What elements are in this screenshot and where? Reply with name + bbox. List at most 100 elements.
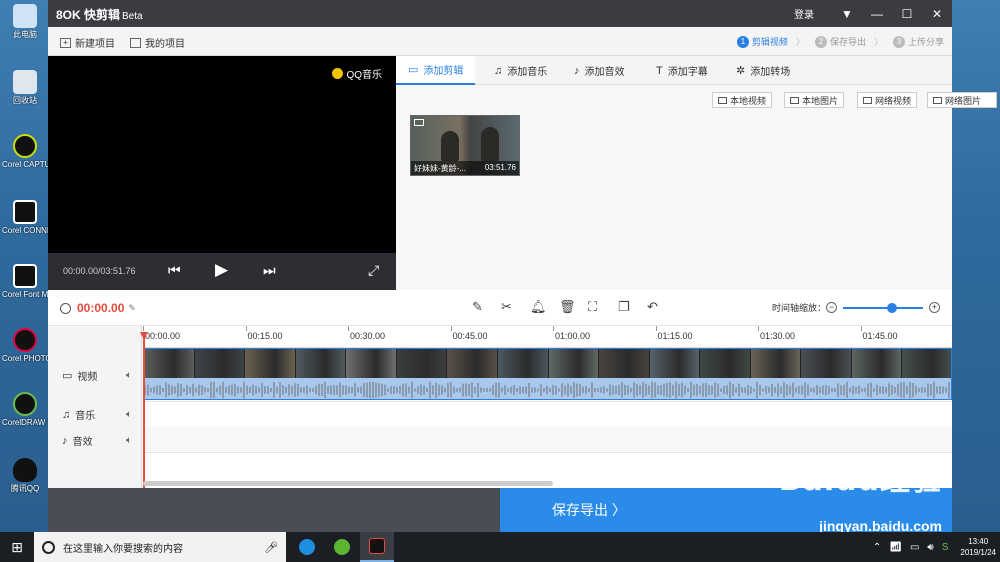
- tab-add-transition[interactable]: ✲ 添加转场: [724, 56, 802, 85]
- volume-icon[interactable]: 🔈︎: [126, 435, 132, 446]
- my-projects-button[interactable]: 我的项目: [130, 35, 185, 50]
- waveform-bar: [648, 385, 650, 395]
- zoom-slider-knob[interactable]: [887, 302, 897, 313]
- desktop-icon-corel-font-manager[interactable]: Corel Font Manage...: [2, 264, 48, 300]
- waveform-bar: [768, 387, 770, 393]
- step-save-export[interactable]: 2 保存导出〉: [814, 35, 883, 48]
- tab-add-sound-effect[interactable]: ♪ 添加音效: [562, 56, 637, 85]
- time-ruler[interactable]: 00:00.00 00:15.00 00:30.00 00:45.00 01:00.00…: [143, 326, 952, 348]
- desktop-icon-this-pc[interactable]: 此电脑: [2, 4, 48, 40]
- track-video: ▭ 视频 🔈︎: [62, 370, 132, 383]
- minimize-button[interactable]: —: [862, 0, 892, 27]
- video-preview[interactable]: QQ音乐 00:00.00/03:51.76 ⏮ ▶ ⏭ ⤢: [48, 56, 396, 290]
- waveform-bar: [306, 385, 308, 395]
- maximize-button[interactable]: ☐: [892, 0, 922, 27]
- waveform-bar: [780, 386, 782, 394]
- speaker-icon[interactable]: 🔊︎: [927, 542, 933, 553]
- waveform-bar: [276, 386, 278, 394]
- desktop-icon-coreldraw[interactable]: CorelDRAW 2018: [2, 392, 48, 428]
- waveform-bar: [714, 382, 716, 398]
- waveform-bar: [867, 383, 869, 397]
- waveform-bar: [756, 381, 758, 399]
- web-video-icon: [863, 96, 872, 104]
- show-hidden-icons-icon[interactable]: ⌃: [873, 542, 881, 553]
- step-edit-video[interactable]: 1 剪辑视频〉: [736, 35, 805, 48]
- taskbar-kuaijianji[interactable]: [360, 532, 394, 562]
- new-project-button[interactable]: + 新建项目: [60, 35, 115, 50]
- scissors-icon[interactable]: ✂: [501, 299, 512, 315]
- waveform-bar: [879, 386, 881, 394]
- video-frame-thumbnail: [902, 349, 951, 378]
- windows-start-icon[interactable]: ⊞: [0, 532, 34, 562]
- waveform-bar: [627, 385, 629, 395]
- playhead[interactable]: [140, 332, 148, 488]
- zoom-in-icon[interactable]: +: [929, 302, 940, 313]
- delete-icon[interactable]: 🗑︎: [559, 299, 576, 315]
- zoom-slider[interactable]: [843, 302, 923, 313]
- waveform-bar: [573, 381, 575, 399]
- fullscreen-icon[interactable]: ⤢: [368, 262, 379, 279]
- bell-icon[interactable]: 🔔︎: [530, 299, 547, 315]
- login-link[interactable]: 登录: [794, 6, 814, 21]
- desktop-icon-corel-capture[interactable]: Corel CAPTU...: [2, 134, 48, 170]
- sound-effect-track-area[interactable]: [143, 427, 952, 451]
- wifi-icon[interactable]: 📶︎: [889, 542, 902, 553]
- waveform-bar: [708, 384, 710, 396]
- edit-toolbar: 00:00.00 ✎ ✎ ✂ 🔔︎ 🗑︎ ⛶ ❐ ↶ 时间轴缩放： − +: [48, 290, 952, 326]
- waveform-bar: [255, 386, 257, 394]
- web-image-button[interactable]: 网络图片: [927, 92, 997, 108]
- desktop-icon-corel-photo-paint[interactable]: Corel PHOTO-PA...: [2, 328, 48, 364]
- close-button[interactable]: ✕: [922, 0, 952, 27]
- video-frames: [144, 349, 951, 378]
- clock-icon: [60, 302, 71, 314]
- volume-icon[interactable]: 🔈︎: [126, 370, 132, 381]
- media-clip-thumbnail[interactable]: 好妹妹-黄龄-... 03:51.76: [410, 115, 520, 176]
- waveform-bar: [489, 388, 491, 392]
- desktop-icon-corel-connect[interactable]: Corel CONNE...: [2, 200, 48, 236]
- step-upload-share[interactable]: 3 上传分享: [892, 35, 944, 48]
- next-frame-icon[interactable]: ⏭: [263, 262, 276, 279]
- volume-icon[interactable]: 🔈︎: [126, 409, 132, 420]
- waveform-bar: [186, 385, 188, 395]
- tab-add-clip[interactable]: ▭ 添加剪辑: [396, 56, 476, 85]
- taskbar-clock[interactable]: 13:40 2019/1/24: [960, 536, 996, 558]
- taskbar-edge[interactable]: [290, 532, 324, 562]
- waveform-bar: [423, 385, 425, 395]
- waveform-bar: [453, 386, 455, 394]
- battery-icon[interactable]: ▭: [910, 542, 919, 553]
- crop-icon[interactable]: ⛶: [588, 299, 597, 315]
- waveform-bar: [759, 384, 761, 396]
- desktop-icon-recycle-bin[interactable]: 回收站: [2, 70, 48, 106]
- waveform-bar: [156, 385, 158, 395]
- waveform-bar: [519, 386, 521, 394]
- taskbar-browser[interactable]: [325, 532, 359, 562]
- tab-add-music[interactable]: ♫ 添加音乐: [482, 56, 559, 85]
- copy-icon[interactable]: ❐: [618, 299, 630, 315]
- video-clip-track[interactable]: [143, 348, 952, 400]
- timeline-scrollbar[interactable]: [143, 481, 553, 486]
- undo-icon[interactable]: ↶: [647, 299, 658, 315]
- play-icon[interactable]: ▶: [215, 260, 228, 280]
- waveform-bar: [723, 385, 725, 395]
- local-image-button[interactable]: 本地图片: [784, 92, 845, 108]
- previous-frame-icon[interactable]: ⏮: [168, 262, 181, 279]
- menu-dropdown-icon[interactable]: ▼: [832, 0, 862, 27]
- waveform-bar: [267, 386, 269, 394]
- microphone-icon[interactable]: 🎤︎: [264, 541, 278, 554]
- desktop-icon-qq[interactable]: 腾讯QQ: [2, 458, 48, 494]
- waveform-bar: [621, 382, 623, 398]
- web-video-button[interactable]: 网络视频: [857, 92, 918, 108]
- tab-add-subtitle[interactable]: T 添加字幕: [644, 56, 720, 85]
- taskbar-search-input[interactable]: 在这里输入你要搜索的内容 🎤︎: [34, 532, 286, 562]
- waveform-bar: [432, 385, 434, 395]
- track-headers: ▭ 视频 🔈︎ ♫ 音乐 🔈︎ ♪ 音效 🔈︎: [48, 326, 142, 488]
- pencil-icon[interactable]: ✎: [472, 299, 483, 315]
- input-method-icon[interactable]: S: [942, 542, 949, 553]
- waveform-bar: [558, 388, 560, 392]
- waveform-bar: [381, 384, 383, 396]
- local-video-button[interactable]: 本地视频: [712, 92, 773, 108]
- waveform-bar: [426, 387, 428, 393]
- zoom-out-icon[interactable]: −: [826, 302, 837, 313]
- waveform-bar: [711, 385, 713, 395]
- edit-pen-icon[interactable]: ✎: [128, 303, 136, 314]
